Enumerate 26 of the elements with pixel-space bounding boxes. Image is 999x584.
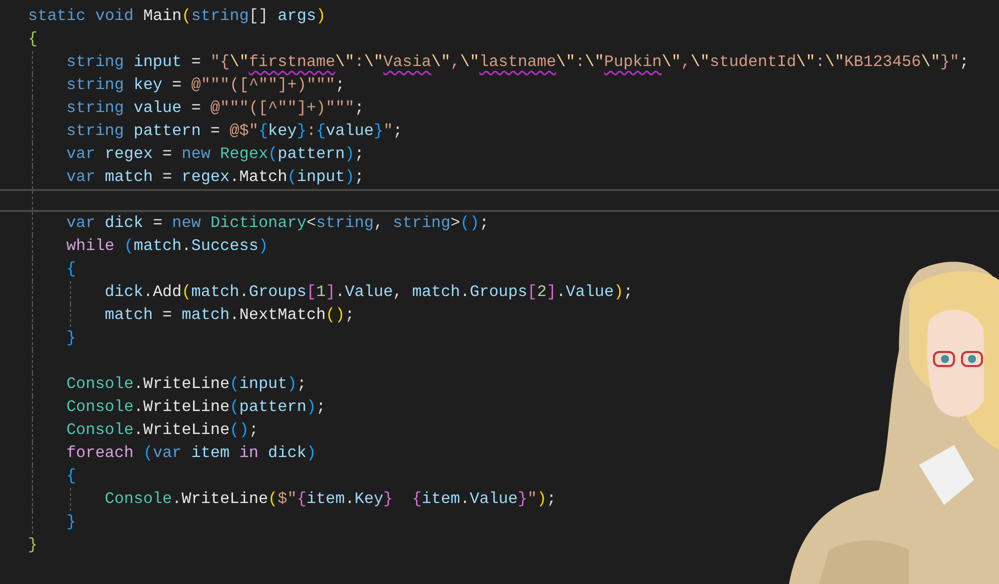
code-line: } bbox=[66, 328, 76, 349]
code-line: static void Main(string[] args) bbox=[28, 6, 326, 27]
code-line: dick.Add(match.Groups[1].Value, match.Groups[2].Value); bbox=[104, 282, 634, 303]
code-line: } bbox=[66, 512, 76, 533]
code-line: string value = @"""([^""]+)"""; bbox=[66, 98, 364, 119]
code-line: { bbox=[66, 259, 76, 280]
misspelled-word: Vasia bbox=[383, 53, 432, 71]
code-line: Console.WriteLine(); bbox=[66, 420, 258, 441]
code-line: while (match.Success) bbox=[66, 236, 268, 257]
code-line: foreach (var item in dick) bbox=[66, 443, 316, 464]
code-line: Console.WriteLine($"{item.Key} {item.Value}"); bbox=[104, 489, 556, 510]
code-line: { bbox=[66, 466, 76, 487]
code-line: var regex = new Regex(pattern); bbox=[66, 144, 364, 165]
misspelled-word: lastname bbox=[479, 53, 556, 71]
code-line: string pattern = @$"{key}:{value}"; bbox=[66, 121, 403, 142]
code-line: { bbox=[28, 29, 38, 50]
misspelled-word: Pupkin bbox=[604, 53, 662, 71]
code-line: string input = "{\"firstname\":\"Vasia\",\"lastname\":\"Pupkin\",\"studentId\":\"KB123456\"}"; bbox=[66, 52, 970, 73]
code-line: Console.WriteLine(input); bbox=[66, 374, 306, 395]
misspelled-word: firstname bbox=[248, 53, 336, 71]
code-line: var match = regex.Match(input); bbox=[66, 167, 364, 188]
code-line: string key = @"""([^""]+)"""; bbox=[66, 75, 345, 96]
code-line: match = match.NextMatch(); bbox=[104, 305, 354, 326]
code-line: var dick = new Dictionary<string, string>(); bbox=[66, 213, 489, 234]
code-line: } bbox=[28, 535, 38, 556]
code-line: Console.WriteLine(pattern); bbox=[66, 397, 326, 418]
